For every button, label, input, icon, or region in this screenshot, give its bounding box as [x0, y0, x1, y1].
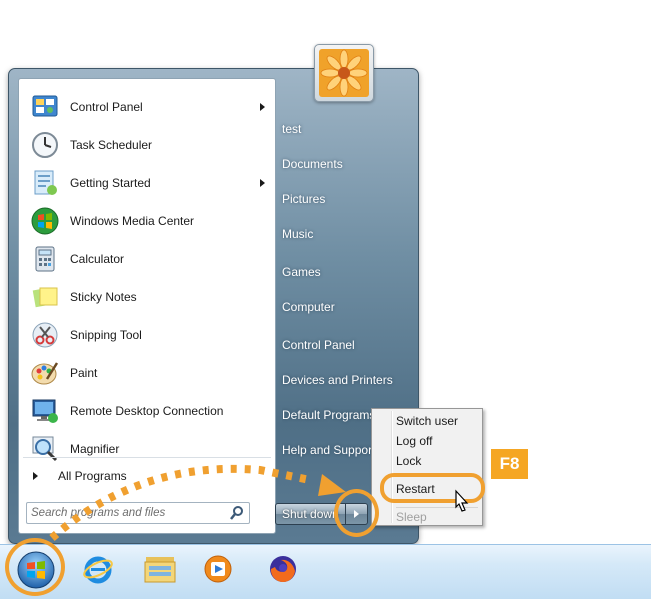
task-scheduler-icon	[30, 130, 60, 160]
start-menu: Control Panel Task Scheduler Getting Sta…	[8, 68, 419, 544]
program-task-scheduler[interactable]: Task Scheduler	[21, 127, 273, 163]
menu-item-lock[interactable]: Lock	[396, 451, 421, 471]
program-label: Task Scheduler	[70, 138, 153, 152]
menu-item-log-off[interactable]: Log off	[396, 431, 432, 451]
internet-explorer-icon[interactable]	[78, 552, 118, 586]
sticky-notes-icon	[30, 282, 60, 312]
media-player-icon[interactable]	[198, 552, 238, 586]
user-avatar[interactable]	[314, 44, 374, 102]
program-snipping-tool[interactable]: Snipping Tool	[21, 317, 273, 353]
right-item-devices-printers[interactable]: Devices and Printers	[282, 369, 393, 391]
right-item-computer[interactable]: Computer	[282, 296, 335, 318]
program-label: Sticky Notes	[70, 290, 137, 304]
program-label: Calculator	[70, 252, 125, 266]
program-label: Paint	[70, 366, 98, 380]
f8-key-badge: F8	[491, 449, 528, 479]
submenu-arrow-icon	[260, 179, 265, 187]
right-item-control-panel[interactable]: Control Panel	[282, 334, 355, 356]
program-windows-media-center[interactable]: Windows Media Center	[21, 203, 273, 239]
firefox-icon[interactable]	[263, 552, 303, 586]
paint-icon	[30, 358, 60, 388]
program-label: Snipping Tool	[70, 328, 142, 342]
shutdown-arrow-highlight-ring	[334, 489, 379, 537]
right-item-help-support[interactable]: Help and Support	[282, 439, 372, 461]
expand-arrow-icon	[33, 472, 38, 480]
menu-item-sleep: Sleep	[396, 510, 427, 524]
submenu-arrow-icon	[260, 103, 265, 111]
right-item-user[interactable]: test	[282, 118, 301, 140]
right-item-games[interactable]: Games	[282, 261, 321, 283]
remote-desktop-icon	[30, 396, 60, 426]
snipping-tool-icon	[30, 320, 60, 350]
program-paint[interactable]: Paint	[21, 355, 273, 391]
right-item-documents[interactable]: Documents	[282, 153, 343, 175]
program-label: Remote Desktop Connection	[70, 404, 224, 418]
start-highlight-ring	[5, 538, 65, 596]
search-icon[interactable]	[229, 505, 245, 521]
program-control-panel[interactable]: Control Panel	[21, 89, 273, 125]
control-panel-icon	[30, 92, 60, 122]
flower-picture-icon	[319, 49, 369, 97]
right-item-default-programs[interactable]: Default Programs	[282, 404, 372, 426]
menu-item-switch-user[interactable]: Switch user	[396, 411, 458, 431]
program-remote-desktop[interactable]: Remote Desktop Connection	[21, 393, 273, 429]
program-calculator[interactable]: Calculator	[21, 241, 273, 277]
file-explorer-icon[interactable]	[140, 552, 180, 586]
magnifier-icon	[30, 434, 60, 464]
right-item-pictures[interactable]: Pictures	[282, 188, 325, 210]
search-box[interactable]	[26, 502, 250, 524]
programs-pane: Control Panel Task Scheduler Getting Sta…	[18, 78, 276, 534]
program-label: Windows Media Center	[70, 214, 195, 228]
program-label: Getting Started	[70, 176, 151, 190]
all-programs-button[interactable]: All Programs	[29, 465, 249, 487]
all-programs-label: All Programs	[58, 469, 127, 483]
getting-started-icon	[30, 168, 60, 198]
search-input[interactable]	[31, 504, 229, 522]
right-item-music[interactable]: Music	[282, 223, 313, 245]
separator	[23, 457, 271, 458]
mouse-cursor-icon	[455, 489, 469, 512]
program-magnifier[interactable]: Magnifier	[21, 431, 273, 467]
program-label: Control Panel	[70, 100, 143, 114]
program-sticky-notes[interactable]: Sticky Notes	[21, 279, 273, 315]
media-center-icon	[30, 206, 60, 236]
program-label: Magnifier	[70, 442, 120, 456]
program-getting-started[interactable]: Getting Started	[21, 165, 273, 201]
calculator-icon	[30, 244, 60, 274]
